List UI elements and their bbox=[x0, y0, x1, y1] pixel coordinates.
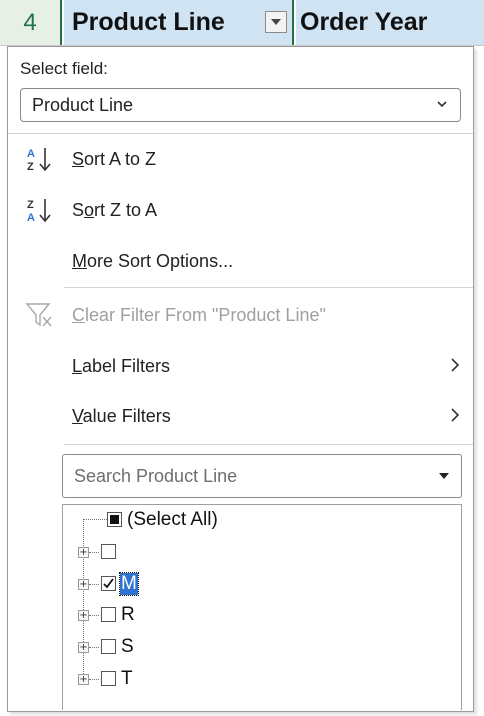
list-item-label: R bbox=[121, 604, 135, 625]
header-cell-product-line[interactable]: Product Line bbox=[64, 0, 294, 45]
list-item[interactable]: + S bbox=[63, 631, 443, 661]
list-item-label: T bbox=[121, 668, 133, 689]
chevron-down-icon bbox=[437, 101, 447, 108]
clear-filter-item[interactable]: Clear Filter From "Product Line" bbox=[18, 295, 465, 335]
menu-label: Sort Z to A bbox=[72, 200, 158, 220]
checkbox[interactable] bbox=[101, 544, 116, 559]
list-item-label: S bbox=[121, 636, 134, 657]
select-field-combo[interactable]: Product Line bbox=[20, 88, 461, 122]
sort-descending-icon: Z A bbox=[27, 199, 51, 224]
checkbox-indeterminate[interactable] bbox=[107, 512, 122, 527]
expand-icon[interactable]: + bbox=[78, 642, 89, 653]
header-cell-label: Order Year bbox=[300, 8, 428, 36]
more-sort-options-item[interactable]: More Sort Options... bbox=[18, 241, 465, 281]
separator bbox=[8, 133, 473, 134]
menu-label: More Sort Options... bbox=[72, 251, 234, 271]
checkmark-icon bbox=[103, 578, 114, 589]
menu-label: Value Filters bbox=[72, 406, 171, 426]
select-field-value: Product Line bbox=[32, 94, 134, 115]
expand-icon[interactable]: + bbox=[78, 610, 89, 621]
value-filters-item[interactable]: Value Filters bbox=[18, 396, 465, 436]
list-item[interactable]: + bbox=[63, 536, 443, 566]
dropdown-arrow-icon[interactable] bbox=[438, 472, 450, 480]
menu-label: Label Filters bbox=[72, 356, 171, 376]
header-cell-label: Product Line bbox=[72, 8, 225, 36]
list-item-label: M bbox=[119, 572, 139, 596]
list-item[interactable]: + M bbox=[63, 568, 443, 598]
checkbox-checked[interactable] bbox=[101, 576, 116, 591]
sort-z-to-a-item[interactable]: Z A Sort Z to A bbox=[18, 190, 465, 230]
search-input[interactable]: Search Product Line bbox=[62, 454, 462, 498]
filter-values-tree[interactable]: (Select All) + + M + R + S + T bbox=[62, 504, 462, 710]
svg-text:Z: Z bbox=[27, 199, 34, 211]
expand-icon[interactable]: + bbox=[78, 579, 89, 590]
checkbox[interactable] bbox=[101, 639, 116, 654]
svg-text:A: A bbox=[27, 148, 35, 160]
header-cell-order-year[interactable]: Order Year bbox=[296, 0, 484, 45]
menu-label: Clear Filter From "Product Line" bbox=[72, 305, 326, 325]
expand-icon[interactable]: + bbox=[78, 547, 89, 558]
list-item[interactable]: + T bbox=[63, 663, 443, 693]
checkbox[interactable] bbox=[101, 607, 116, 622]
sort-a-to-z-item[interactable]: A Z Sort A to Z bbox=[18, 139, 465, 179]
tree-connector bbox=[89, 615, 99, 616]
tree-connector bbox=[89, 552, 99, 553]
label-filters-item[interactable]: Label Filters bbox=[18, 346, 465, 386]
tree-connector bbox=[89, 679, 99, 680]
separator bbox=[64, 287, 473, 288]
tree-connector bbox=[89, 647, 99, 648]
list-item[interactable]: + R bbox=[63, 599, 443, 629]
select-field-label: Select field: bbox=[20, 59, 108, 78]
filter-arrow-icon bbox=[271, 19, 281, 25]
autofilter-panel: Select field: Product Line A Z Sort A to… bbox=[7, 46, 474, 712]
tree-connector bbox=[89, 584, 99, 585]
sort-ascending-icon: A Z bbox=[27, 148, 51, 173]
checkbox[interactable] bbox=[101, 671, 116, 686]
list-item-select-all[interactable]: (Select All) bbox=[63, 505, 443, 535]
separator bbox=[64, 444, 473, 445]
svg-text:Z: Z bbox=[27, 161, 34, 173]
svg-text:A: A bbox=[27, 212, 35, 224]
expand-icon[interactable]: + bbox=[78, 674, 89, 685]
row-number[interactable]: 4 bbox=[0, 0, 62, 45]
list-item-label: (Select All) bbox=[127, 509, 218, 530]
filter-dropdown-button[interactable] bbox=[265, 11, 287, 33]
menu-label: Sort A to Z bbox=[72, 149, 157, 169]
search-placeholder: Search Product Line bbox=[74, 465, 238, 486]
chevron-right-icon bbox=[451, 358, 460, 372]
sheet-header-row: 4 Product Line Order Year bbox=[0, 0, 484, 46]
clear-filter-icon bbox=[25, 303, 52, 327]
chevron-right-icon bbox=[451, 408, 460, 422]
